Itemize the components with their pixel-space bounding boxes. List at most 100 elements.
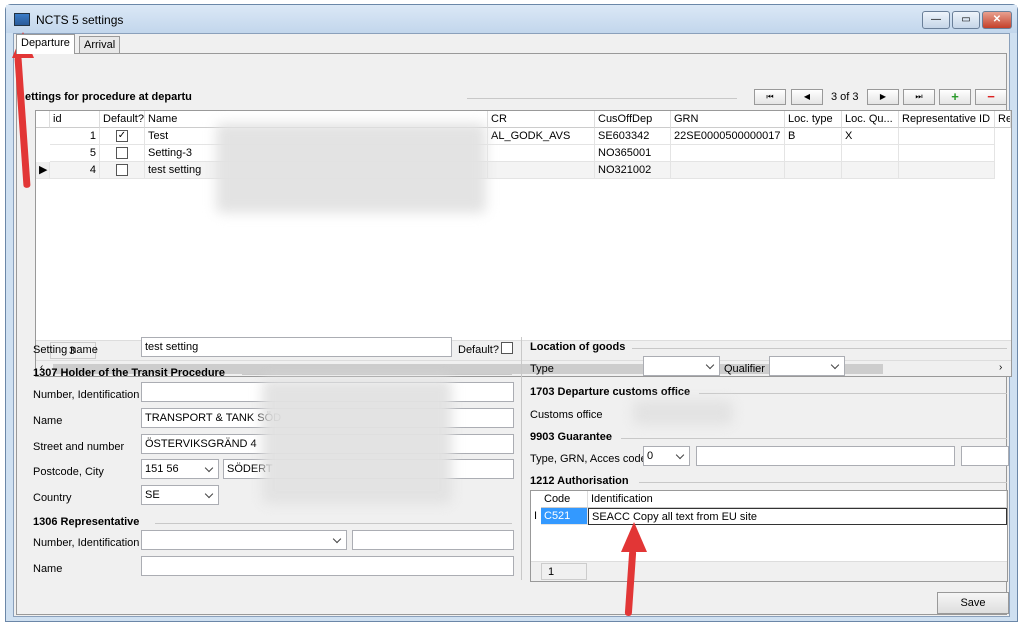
access-code-input[interactable]: [961, 446, 1009, 466]
row-indicator-header: [36, 111, 50, 128]
cell-cr[interactable]: [488, 162, 595, 179]
cell-loc-type[interactable]: [785, 162, 842, 179]
add-row-button[interactable]: +: [939, 89, 971, 105]
header-cr[interactable]: CR: [488, 111, 595, 128]
redacted-area: [633, 400, 733, 425]
auth-cell-identification[interactable]: SEACC Copy all text from EU site: [588, 508, 1007, 525]
cell-id[interactable]: 1: [50, 128, 100, 145]
guarantee-type-select[interactable]: 0: [643, 446, 690, 466]
cell-id[interactable]: 4: [50, 162, 100, 179]
header-representative-id[interactable]: Representative ID: [899, 111, 995, 128]
cell-grn[interactable]: [671, 145, 785, 162]
client-area: Departure Arrival ettings for procedure …: [13, 33, 1012, 617]
cell-default[interactable]: [100, 145, 145, 162]
authorisation-section-title: 1212 Authorisation: [530, 475, 629, 487]
cell-representative-id[interactable]: [899, 162, 995, 179]
default-label: Default?: [458, 344, 499, 356]
arrow-up-icon: [621, 522, 647, 552]
maximize-button[interactable]: ▭: [952, 11, 980, 29]
qualifier-label: Qualifier: [724, 363, 765, 375]
title-bar: NCTS 5 settings — ▭ ✕: [6, 5, 1017, 33]
default-checkbox[interactable]: [116, 147, 128, 159]
header-id[interactable]: id: [50, 111, 100, 128]
location-section-title: Location of goods: [530, 341, 626, 353]
rep-number-select[interactable]: [141, 530, 347, 550]
header-grn[interactable]: GRN: [671, 111, 785, 128]
cell-default[interactable]: ✓: [100, 128, 145, 145]
cell-grn[interactable]: 22SE0000500000017: [671, 128, 785, 145]
holder-section-title: 1307 Holder of the Transit Procedure: [33, 367, 225, 379]
close-button[interactable]: ✕: [982, 11, 1012, 29]
tab-departure[interactable]: Departure: [16, 34, 75, 54]
rep-identification-input[interactable]: [352, 530, 514, 550]
postcode-select[interactable]: 151 56: [141, 459, 219, 479]
header-default[interactable]: Default?: [100, 111, 145, 128]
default-checkbox-form[interactable]: [501, 342, 513, 354]
cell-loc-qualifier[interactable]: [842, 145, 899, 162]
location-type-select[interactable]: [643, 356, 720, 376]
header-cusoffdep[interactable]: CusOffDep: [595, 111, 671, 128]
guarantee-section-title: 9903 Guarantee: [530, 431, 612, 443]
cell-representative-id[interactable]: [899, 128, 995, 145]
auth-cell-code[interactable]: C521: [541, 508, 588, 525]
cell-cusoffdep[interactable]: NO365001: [595, 145, 671, 162]
minimize-button[interactable]: —: [922, 11, 950, 29]
edit-cursor-icon: I: [534, 510, 538, 522]
holder-name-label: Name: [33, 415, 63, 427]
settings-window: NCTS 5 settings — ▭ ✕ Departure Arrival …: [5, 4, 1018, 622]
first-page-button[interactable]: ⏮: [754, 89, 786, 105]
section-title: ettings for procedure at departu: [25, 91, 192, 103]
tab-arrival[interactable]: Arrival: [79, 36, 121, 54]
postcode-city-label: Postcode, City: [33, 466, 104, 478]
number-identification-label: Number, Identification: [33, 389, 140, 401]
cell-id[interactable]: 5: [50, 145, 100, 162]
cell-loc-type[interactable]: B: [785, 128, 842, 145]
default-checkbox[interactable]: [116, 164, 128, 176]
setting-name-input[interactable]: test setting: [141, 337, 452, 357]
next-page-button[interactable]: ▶: [867, 89, 899, 105]
setting-name-label: Setting name: [33, 344, 98, 356]
representative-section-title: 1306 Representative: [33, 516, 140, 528]
customs-section-title: 1703 Departure customs office: [530, 386, 691, 398]
country-select[interactable]: SE: [141, 485, 219, 505]
cell-loc-qualifier[interactable]: X: [842, 128, 899, 145]
departure-panel: ettings for procedure at departu ⏮ ◀ 3 o…: [16, 53, 1012, 615]
scroll-right-icon[interactable]: ›: [999, 362, 1002, 373]
last-page-button[interactable]: ⏭: [903, 89, 935, 105]
app-icon: [14, 13, 30, 26]
header-loc-type[interactable]: Loc. type: [785, 111, 842, 128]
qualifier-select[interactable]: [769, 356, 845, 376]
grn-input[interactable]: [696, 446, 955, 466]
cell-loc-type[interactable]: [785, 145, 842, 162]
cell-cr[interactable]: [488, 145, 595, 162]
header-re[interactable]: Re: [995, 111, 1011, 128]
country-label: Country: [33, 492, 72, 504]
rep-number-label: Number, Identification: [33, 537, 140, 549]
default-checkbox[interactable]: ✓: [116, 130, 128, 142]
prev-page-button[interactable]: ◀: [791, 89, 823, 105]
window-title: NCTS 5 settings: [36, 13, 124, 27]
cell-cusoffdep[interactable]: SE603342: [595, 128, 671, 145]
save-button[interactable]: Save: [937, 592, 1009, 614]
auth-grid-footer: 1: [531, 561, 1007, 581]
current-row-marker: ▶: [36, 162, 50, 179]
street-label: Street and number: [33, 441, 125, 453]
cell-cusoffdep[interactable]: NO321002: [595, 162, 671, 179]
cell-cr[interactable]: AL_GODK_AVS: [488, 128, 595, 145]
cell-representative-id[interactable]: [899, 145, 995, 162]
cell-loc-qualifier[interactable]: [842, 162, 899, 179]
page-indicator: 3 of 3: [831, 91, 859, 103]
auth-header-code[interactable]: Code: [541, 491, 588, 508]
guarantee-label: Type, GRN, Acces code: [530, 453, 647, 465]
remove-row-button[interactable]: −: [975, 89, 1007, 105]
rep-name-input[interactable]: [141, 556, 514, 576]
cell-default[interactable]: [100, 162, 145, 179]
redacted-area: [262, 379, 452, 504]
auth-header-identification[interactable]: Identification: [588, 491, 1007, 508]
redacted-area: [216, 123, 486, 213]
customs-office-label: Customs office: [530, 409, 603, 421]
vertical-divider: [521, 337, 522, 580]
cell-grn[interactable]: [671, 162, 785, 179]
header-loc-qualifier[interactable]: Loc. Qu...: [842, 111, 899, 128]
authorisation-grid: Code Identification I C521 SEACC Copy al…: [530, 490, 1008, 582]
